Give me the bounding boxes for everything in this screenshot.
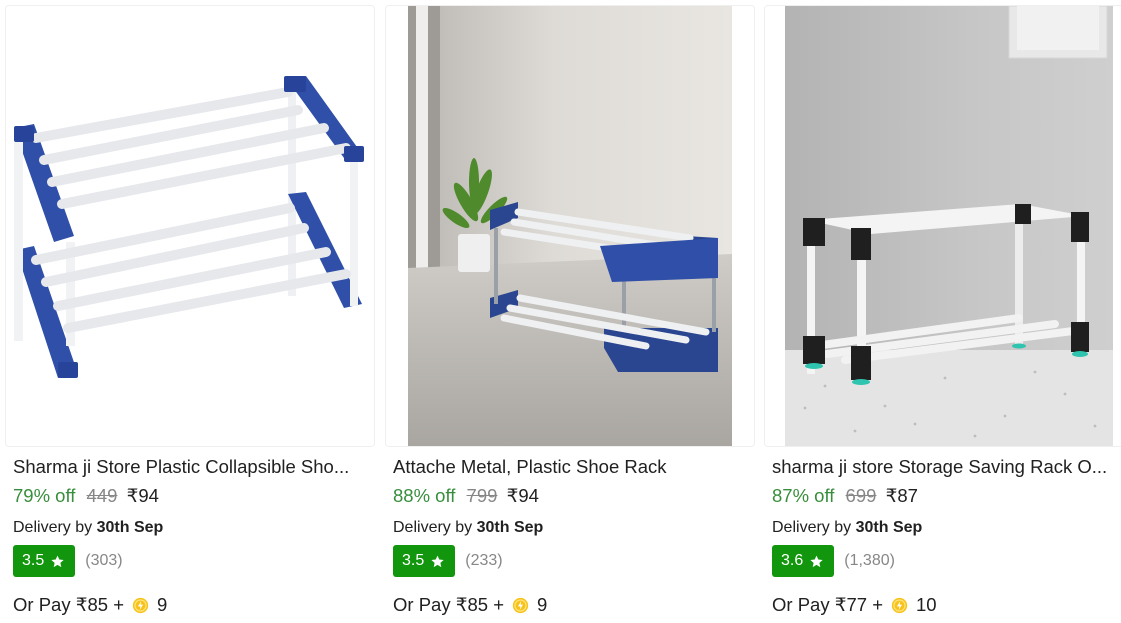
rating-row: 3.6 (1,380) bbox=[772, 545, 895, 577]
product-image[interactable] bbox=[5, 5, 375, 447]
delivery-info: Delivery by 30th Sep bbox=[13, 518, 163, 538]
delivery-date: 30th Sep bbox=[96, 519, 164, 536]
rating-value: 3.5 bbox=[402, 552, 425, 569]
delivery-label: Delivery by bbox=[393, 519, 473, 536]
coin-count: 10 bbox=[916, 594, 937, 615]
delivery-label: Delivery by bbox=[13, 519, 93, 536]
selling-price: ₹94 bbox=[506, 485, 539, 506]
rating-row: 3.5 (303) bbox=[13, 545, 123, 577]
rating-value: 3.5 bbox=[22, 552, 45, 569]
delivery-info: Delivery by 30th Sep bbox=[393, 518, 543, 538]
delivery-info: Delivery by 30th Sep bbox=[772, 518, 922, 538]
pay-label: Or Pay ₹85 + bbox=[393, 594, 504, 615]
star-icon bbox=[431, 555, 444, 567]
product-card[interactable]: sharma ji store Storage Saving Rack O...… bbox=[764, 0, 1121, 623]
product-title[interactable]: Attache Metal, Plastic Shoe Rack bbox=[393, 456, 748, 478]
rating-count: (303) bbox=[85, 552, 123, 569]
coin-count: 9 bbox=[537, 594, 548, 615]
product-image[interactable] bbox=[385, 5, 755, 447]
price-row: 79% off 449 ₹94 bbox=[13, 485, 159, 507]
price-row: 87% off 699 ₹87 bbox=[772, 485, 918, 507]
product-title[interactable]: Sharma ji Store Plastic Collapsible Sho.… bbox=[13, 456, 368, 478]
original-price: 699 bbox=[845, 485, 877, 506]
rating-badge: 3.6 bbox=[772, 545, 835, 577]
supercoin-icon bbox=[512, 597, 529, 613]
rating-count: (1,380) bbox=[844, 552, 895, 569]
product-grid: Sharma ji Store Plastic Collapsible Sho.… bbox=[0, 0, 1121, 623]
discount-percent: 79% off bbox=[13, 485, 76, 506]
original-price: 449 bbox=[86, 485, 118, 506]
shoe-rack-image bbox=[6, 6, 374, 446]
delivery-date: 30th Sep bbox=[476, 519, 544, 536]
delivery-date: 30th Sep bbox=[855, 519, 923, 536]
rating-badge: 3.5 bbox=[393, 545, 456, 577]
product-card[interactable]: Sharma ji Store Plastic Collapsible Sho.… bbox=[5, 0, 375, 623]
product-card[interactable]: Attache Metal, Plastic Shoe Rack 88% off… bbox=[385, 0, 755, 623]
pay-with-coins: Or Pay ₹77 + 10 bbox=[772, 594, 937, 616]
coin-count: 9 bbox=[157, 594, 168, 615]
supercoin-icon bbox=[132, 597, 149, 613]
pay-with-coins: Or Pay ₹85 + 9 bbox=[393, 594, 547, 616]
rating-row: 3.5 (233) bbox=[393, 545, 503, 577]
delivery-label: Delivery by bbox=[772, 519, 852, 536]
discount-percent: 88% off bbox=[393, 485, 456, 506]
pay-with-coins: Or Pay ₹85 + 9 bbox=[13, 594, 167, 616]
rating-value: 3.6 bbox=[781, 552, 804, 569]
pay-label: Or Pay ₹77 + bbox=[772, 594, 883, 615]
star-icon bbox=[51, 555, 64, 567]
selling-price: ₹87 bbox=[885, 485, 918, 506]
rating-badge: 3.5 bbox=[13, 545, 76, 577]
selling-price: ₹94 bbox=[126, 485, 159, 506]
star-icon bbox=[810, 555, 823, 567]
product-title[interactable]: sharma ji store Storage Saving Rack O... bbox=[772, 456, 1121, 478]
original-price: 799 bbox=[466, 485, 498, 506]
price-row: 88% off 799 ₹94 bbox=[393, 485, 539, 507]
discount-percent: 87% off bbox=[772, 485, 835, 506]
pay-label: Or Pay ₹85 + bbox=[13, 594, 124, 615]
rating-count: (233) bbox=[465, 552, 503, 569]
product-image[interactable] bbox=[764, 5, 1121, 447]
supercoin-icon bbox=[891, 597, 908, 613]
shoe-rack-image bbox=[765, 6, 1121, 446]
shoe-rack-image bbox=[386, 6, 754, 446]
